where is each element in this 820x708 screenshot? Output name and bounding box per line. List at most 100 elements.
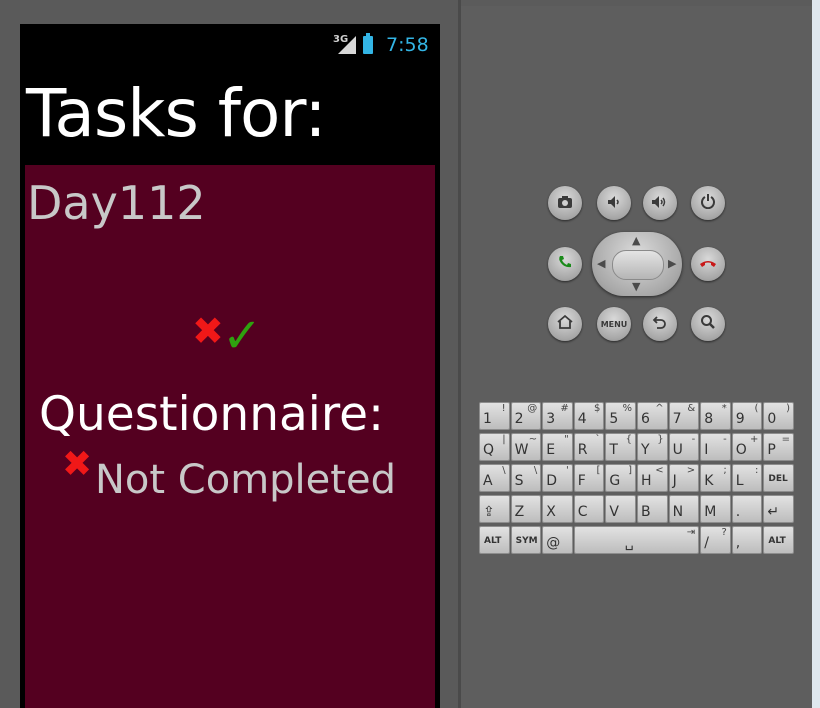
key-8[interactable]: 8 * <box>700 402 731 430</box>
volume-down-button[interactable] <box>597 186 631 220</box>
key-R[interactable]: R ` <box>573 433 605 461</box>
key-I[interactable]: I- <box>700 433 731 461</box>
task-status-icons: ✖ ✓ <box>192 311 272 363</box>
key-J[interactable]: J > <box>668 464 700 492</box>
key-alt-label: - <box>691 434 696 445</box>
key-label: K <box>704 473 714 489</box>
dpad[interactable]: ▲ ▼ ◀ ▶ <box>592 232 682 296</box>
key-alt-label: { <box>625 434 632 445</box>
key-7[interactable]: 7 & <box>668 402 700 430</box>
camera-button[interactable] <box>548 186 582 220</box>
dpad-up-icon[interactable]: ▲ <box>632 234 640 247</box>
key-@[interactable]: @ <box>542 526 573 554</box>
key-D[interactable]: D ' <box>542 464 573 492</box>
key-A[interactable]: A \ <box>479 464 510 492</box>
volume-up-button[interactable] <box>643 186 677 220</box>
key-L[interactable]: L: <box>731 464 763 492</box>
key-M[interactable]: M <box>700 495 731 523</box>
battery-icon <box>363 33 373 54</box>
key-1[interactable]: 1! <box>479 402 510 430</box>
key-alt-label: & <box>687 403 696 414</box>
key-Y[interactable]: Y} <box>637 433 668 461</box>
key-3[interactable]: 3 # <box>542 402 573 430</box>
home-button[interactable] <box>548 307 582 341</box>
key-ALT[interactable]: ALT <box>479 526 510 554</box>
key-2[interactable]: 2 @ <box>510 402 542 430</box>
key-label: 4 <box>577 411 587 427</box>
key-G[interactable]: G] <box>605 464 636 492</box>
key-label: V <box>609 504 619 520</box>
key-9[interactable]: 9( <box>731 402 763 430</box>
key-/[interactable]: /? <box>700 526 731 554</box>
key-alt-label: % <box>622 403 632 414</box>
key-alt-label: ~ <box>528 434 538 445</box>
key-label: S <box>514 473 524 489</box>
key-space[interactable]: ␣ ⇥ <box>573 526 700 554</box>
key-Q[interactable]: Q | <box>479 433 510 461</box>
key-0[interactable]: 0) <box>763 402 794 430</box>
key-4[interactable]: 4 $ <box>573 402 605 430</box>
key-alt-label: @ <box>527 403 538 414</box>
hardware-keyboard: 1! 2 @3 #4 $5% 6 ^ 7 & 8 * 9(0) Q | W ~ E " R ` T{Y} U - I - O + P =… <box>479 402 797 557</box>
key-O[interactable]: O + <box>731 433 763 461</box>
key-alt-label: } <box>657 434 664 445</box>
task-panel: Day112 ✖ ✓ Questionnaire: ✖ Not Complete… <box>25 165 435 708</box>
key-label: 0 <box>767 411 777 427</box>
key-H[interactable]: H < <box>637 464 668 492</box>
key-S[interactable]: S \ <box>510 464 542 492</box>
key-↵[interactable]: ↵ <box>763 495 794 523</box>
dpad-right-icon[interactable]: ▶ <box>668 257 676 270</box>
key-alt-label: - <box>723 434 727 445</box>
key-5[interactable]: 5% <box>605 402 636 430</box>
key-W[interactable]: W ~ <box>510 433 542 461</box>
key-alt-label: $ <box>594 403 601 414</box>
key-alt-label: ] <box>628 465 632 476</box>
key-SYM[interactable]: SYM <box>510 526 542 554</box>
key-alt-label: ; <box>723 465 727 476</box>
key-K[interactable]: K; <box>700 464 731 492</box>
key-F[interactable]: F[ <box>573 464 605 492</box>
key-N[interactable]: N <box>668 495 700 523</box>
key-label: ALT <box>484 536 502 546</box>
key-.[interactable]: . <box>731 495 763 523</box>
key-label: 3 <box>546 411 556 427</box>
end-call-button[interactable] <box>691 247 725 281</box>
power-icon <box>700 193 716 213</box>
dpad-left-icon[interactable]: ◀ <box>597 257 605 270</box>
key-label: @ <box>546 535 561 551</box>
key-label: 5 <box>609 411 619 427</box>
questionnaire-label[interactable]: Questionnaire: <box>39 387 384 443</box>
key-⇪[interactable]: ⇪ <box>479 495 510 523</box>
key-label: 8 <box>704 411 714 427</box>
search-button[interactable] <box>691 307 725 341</box>
key-E[interactable]: E " <box>542 433 573 461</box>
menu-button[interactable]: MENU <box>597 307 631 341</box>
key-,[interactable]: , <box>731 526 763 554</box>
key-alt-label: \ <box>502 465 506 476</box>
call-button[interactable] <box>548 247 582 281</box>
key-Z[interactable]: Z <box>510 495 542 523</box>
key-label: ⇪ <box>483 504 495 520</box>
key-6[interactable]: 6 ^ <box>637 402 668 430</box>
power-button[interactable] <box>691 186 725 220</box>
key-ALT[interactable]: ALT <box>763 526 794 554</box>
key-X[interactable]: X <box>542 495 573 523</box>
key-C[interactable]: C <box>573 495 605 523</box>
key-T[interactable]: T{ <box>605 433 636 461</box>
key-U[interactable]: U- <box>668 433 700 461</box>
key-B[interactable]: B <box>637 495 668 523</box>
emulator-controls-panel <box>461 6 812 708</box>
window-right-edge <box>812 0 820 708</box>
key-P[interactable]: P = <box>763 433 794 461</box>
dpad-down-icon[interactable]: ▼ <box>632 280 640 293</box>
back-button[interactable] <box>643 307 677 341</box>
key-V[interactable]: V <box>605 495 636 523</box>
dpad-center-button[interactable] <box>612 250 664 280</box>
camera-icon <box>557 194 573 213</box>
key-DEL[interactable]: DEL <box>763 464 794 492</box>
complete-check-icon: ✓ <box>222 308 263 364</box>
key-label: ALT <box>768 536 786 546</box>
key-label: B <box>641 504 651 520</box>
key-label: F <box>577 473 586 489</box>
key-label: ␣ <box>624 535 634 551</box>
